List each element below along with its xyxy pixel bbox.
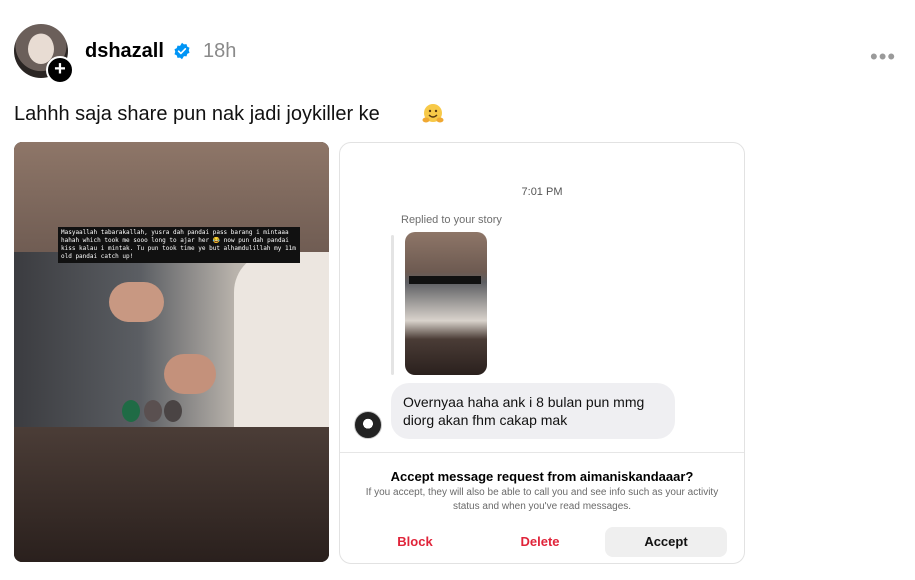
- more-options-icon[interactable]: •••: [870, 44, 896, 70]
- story-overlay-text: Masyaallah tabarakallah, yusra dah panda…: [58, 227, 300, 263]
- reply-indicator-bar: [391, 235, 394, 375]
- verified-badge-icon: [174, 42, 190, 60]
- request-title: Accept message request from aimaniskanda…: [390, 469, 694, 484]
- hugging-face-emoji-icon: [422, 104, 444, 123]
- post-caption: Lahhh saja share pun nak jadi joykiller …: [14, 103, 380, 125]
- story-thumbnail[interactable]: [405, 232, 487, 375]
- block-button[interactable]: Block: [370, 527, 460, 557]
- delete-button[interactable]: Delete: [495, 527, 585, 557]
- message-bubble: Overnyaa haha ank i 8 bulan pun mmg dior…: [391, 383, 675, 439]
- accept-button[interactable]: Accept: [605, 527, 727, 557]
- divider: [340, 452, 744, 453]
- dm-screenshot[interactable]: 7:01 PM Replied to your story Overnyaa h…: [339, 142, 745, 564]
- story-photo[interactable]: Masyaallah tabarakallah, yusra dah panda…: [14, 142, 329, 562]
- follow-plus-icon[interactable]: +: [46, 56, 74, 84]
- message-timestamp: 7:01 PM: [521, 186, 563, 198]
- post-time: 18h: [203, 40, 237, 62]
- sender-avatar[interactable]: [354, 411, 382, 439]
- username[interactable]: dshazall: [85, 40, 164, 63]
- request-description: If you accept, they will also be able to…: [365, 487, 719, 512]
- replied-label: Replied to your story: [401, 214, 502, 226]
